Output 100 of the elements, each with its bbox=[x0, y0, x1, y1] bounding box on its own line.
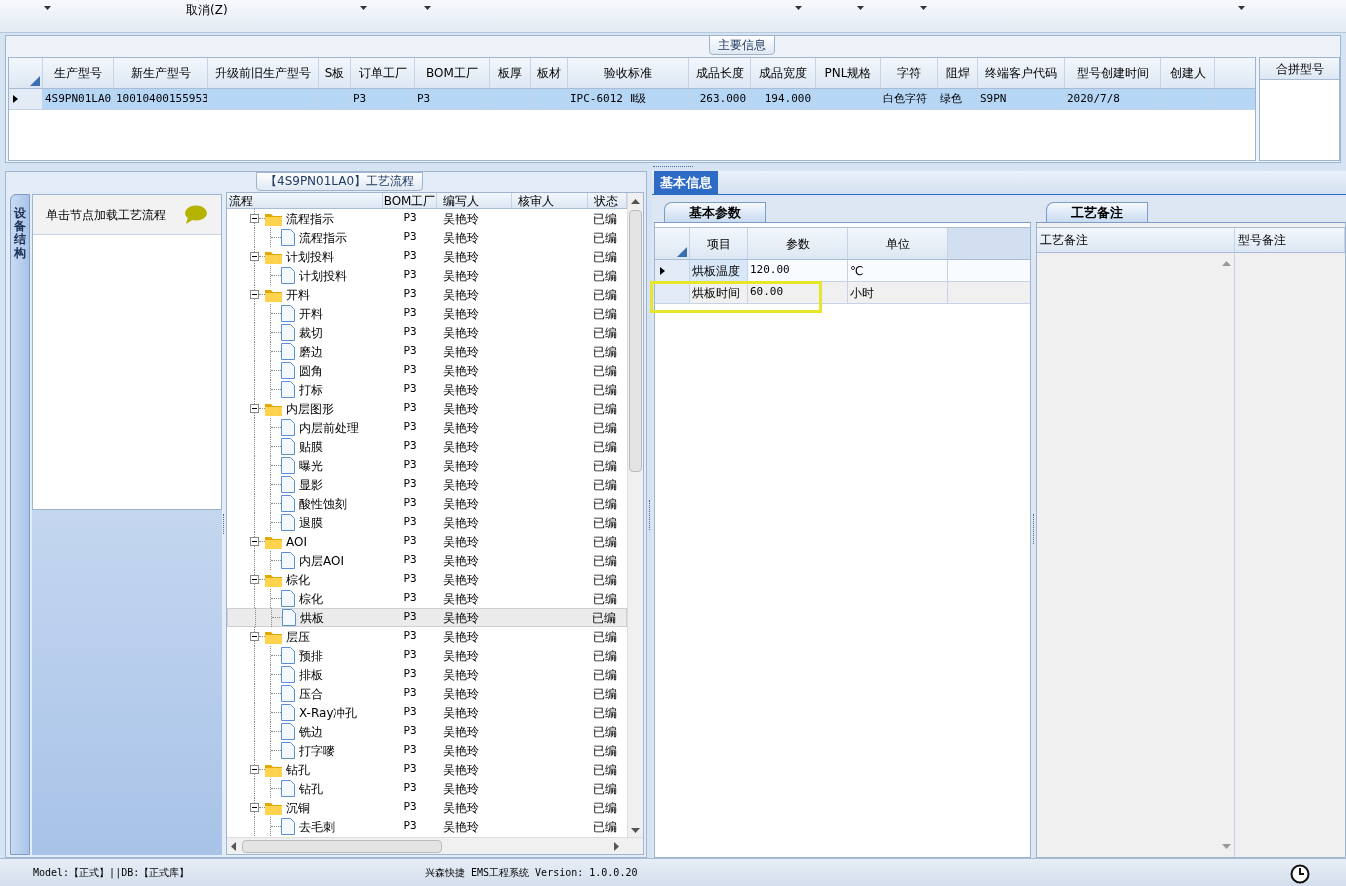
tab[interactable]: 工艺备注 bbox=[1046, 202, 1148, 222]
tree-row[interactable]: 流程指示 P3 吴艳玲 已编 bbox=[227, 228, 627, 247]
table-row[interactable]: 4S9PN01LA0 10010400155953 P3 P3 IPC-6012 Ⅱ级 263.000 194.000 白色字符 绿色 S9PN 2020/7/8 bbox=[9, 89, 1255, 110]
tree-row[interactable]: 计划投料 P3 吴艳玲 已编 bbox=[227, 247, 627, 266]
dropdown-caret-icon[interactable] bbox=[795, 6, 802, 10]
tree-row[interactable]: 打字嘜 P3 吴艳玲 已编 bbox=[227, 741, 627, 760]
table-cell: 已编 bbox=[593, 667, 618, 682]
collapse-icon[interactable] bbox=[250, 404, 259, 413]
column-header[interactable]: 板厚 bbox=[490, 58, 531, 88]
collapse-icon[interactable] bbox=[250, 290, 259, 299]
row-header[interactable] bbox=[9, 89, 43, 109]
column-header[interactable]: 板材 bbox=[531, 58, 568, 88]
dropdown-caret-icon[interactable] bbox=[1238, 6, 1245, 10]
dropdown-caret-icon[interactable] bbox=[920, 6, 927, 10]
tree-row[interactable]: 内层图形 P3 吴艳玲 已编 bbox=[227, 399, 627, 418]
column-header[interactable]: PNL规格 bbox=[816, 58, 881, 88]
collapse-icon[interactable] bbox=[250, 803, 259, 812]
tab[interactable]: 基本参数 bbox=[664, 202, 766, 222]
column-header[interactable]: 升级前旧生产型号 bbox=[208, 58, 319, 88]
row-header[interactable] bbox=[655, 260, 690, 281]
column-header[interactable]: 流程 bbox=[227, 193, 384, 208]
dropdown-caret-icon[interactable] bbox=[360, 6, 367, 10]
column-header[interactable]: 项目 bbox=[690, 228, 748, 259]
collapse-icon[interactable] bbox=[250, 765, 259, 774]
tree-row[interactable]: 去毛刺 P3 吴艳玲 已编 bbox=[227, 817, 627, 836]
table-cell: P3 bbox=[403, 267, 417, 284]
tree-row[interactable]: 圆角 P3 吴艳玲 已编 bbox=[227, 361, 627, 380]
collapse-icon[interactable] bbox=[250, 537, 259, 546]
column-header[interactable]: 阻焊 bbox=[938, 58, 978, 88]
table-cell: P3 bbox=[403, 647, 417, 664]
tree-row[interactable]: 沉铜 P3 吴艳玲 已编 bbox=[227, 798, 627, 817]
tree-row[interactable]: 预排 P3 吴艳玲 已编 bbox=[227, 646, 627, 665]
dropdown-caret-icon[interactable] bbox=[857, 6, 864, 10]
dropdown-caret-icon[interactable] bbox=[424, 6, 431, 10]
column-header[interactable]: 参数 bbox=[748, 228, 848, 259]
tree-row[interactable]: 开料 P3 吴艳玲 已编 bbox=[227, 304, 627, 323]
tree-node-label: 钻孔 bbox=[286, 761, 310, 779]
column-header[interactable]: 状态 bbox=[588, 193, 627, 208]
column-header[interactable]: 新生产型号 bbox=[114, 58, 208, 88]
column-header[interactable]: 型号备注 bbox=[1235, 228, 1345, 252]
tree-row[interactable]: 内层前处理 P3 吴艳玲 已编 bbox=[227, 418, 627, 437]
tree-row[interactable]: 压合 P3 吴艳玲 已编 bbox=[227, 684, 627, 703]
column-header[interactable]: 成品宽度 bbox=[751, 58, 816, 88]
table-row[interactable]: 烘板时间 60.00 小时 bbox=[655, 282, 1030, 304]
tree-row[interactable]: AOI P3 吴艳玲 已编 bbox=[227, 532, 627, 551]
tree-row[interactable]: 磨边 P3 吴艳玲 已编 bbox=[227, 342, 627, 361]
column-header[interactable]: 编写人 bbox=[437, 193, 512, 208]
tree-row[interactable]: 排板 P3 吴艳玲 已编 bbox=[227, 665, 627, 684]
tree-row[interactable]: 酸性蚀刻 P3 吴艳玲 已编 bbox=[227, 494, 627, 513]
collapse-icon[interactable] bbox=[250, 575, 259, 584]
scroll-up-icon[interactable] bbox=[631, 199, 640, 204]
scroll-down-icon[interactable] bbox=[631, 828, 640, 833]
cancel-button[interactable]: 取消(Z) bbox=[186, 1, 228, 19]
tree-row[interactable]: 裁切 P3 吴艳玲 已编 bbox=[227, 323, 627, 342]
table-row[interactable]: 烘板温度 120.00 ℃ bbox=[655, 260, 1030, 282]
tree-row[interactable]: 显影 P3 吴艳玲 已编 bbox=[227, 475, 627, 494]
tree-node-label: 预排 bbox=[299, 647, 323, 665]
tree-row[interactable]: 内层AOI P3 吴艳玲 已编 bbox=[227, 551, 627, 570]
vertical-tab[interactable]: 设备结构 bbox=[10, 194, 30, 855]
column-header[interactable]: 订单工厂 bbox=[351, 58, 415, 88]
tree-row[interactable]: 打标 P3 吴艳玲 已编 bbox=[227, 380, 627, 399]
table-cell: 吴艳玲 bbox=[442, 306, 479, 321]
tree-row[interactable]: 棕化 P3 吴艳玲 已编 bbox=[227, 570, 627, 589]
column-header[interactable]: 验收标准 bbox=[568, 58, 689, 88]
column-header[interactable]: 核审人 bbox=[511, 193, 589, 208]
collapse-icon[interactable] bbox=[250, 252, 259, 261]
tree-row[interactable]: 烘板 P3 吴艳玲 已编 bbox=[227, 608, 627, 627]
column-header[interactable]: 生产型号 bbox=[43, 58, 114, 88]
column-header[interactable]: 字符 bbox=[881, 58, 938, 88]
column-header[interactable]: 工艺备注 bbox=[1037, 228, 1235, 252]
tree-row[interactable]: 贴膜 P3 吴艳玲 已编 bbox=[227, 437, 627, 456]
scroll-thumb[interactable] bbox=[242, 839, 442, 853]
tree-row[interactable]: 开料 P3 吴艳玲 已编 bbox=[227, 285, 627, 304]
tree-row[interactable]: 计划投料 P3 吴艳玲 已编 bbox=[227, 266, 627, 285]
column-header[interactable]: BOM工厂 bbox=[415, 58, 490, 88]
horizontal-scrollbar[interactable] bbox=[227, 837, 643, 854]
column-header[interactable]: 成品长度 bbox=[689, 58, 751, 88]
column-header[interactable]: 终端客户代码 bbox=[978, 58, 1065, 88]
column-header[interactable]: S板 bbox=[319, 58, 351, 88]
column-header[interactable]: 创建人 bbox=[1161, 58, 1215, 88]
collapse-icon[interactable] bbox=[250, 214, 259, 223]
tree-row[interactable]: X-Ray冲孔 P3 吴艳玲 已编 bbox=[227, 703, 627, 722]
scroll-right-icon[interactable] bbox=[614, 841, 619, 851]
tab[interactable]: 基本信息 bbox=[654, 171, 718, 194]
tree-row[interactable]: 退膜 P3 吴艳玲 已编 bbox=[227, 513, 627, 532]
scroll-thumb[interactable] bbox=[629, 210, 642, 472]
dropdown-caret-icon[interactable] bbox=[44, 6, 51, 10]
column-header[interactable]: BOM工厂 bbox=[383, 193, 438, 208]
column-header[interactable]: 型号创建时间 bbox=[1065, 58, 1161, 88]
tree-row[interactable]: 铣边 P3 吴艳玲 已编 bbox=[227, 722, 627, 741]
table-cell: 已编 bbox=[593, 306, 618, 321]
tree-row[interactable]: 曝光 P3 吴艳玲 已编 bbox=[227, 456, 627, 475]
collapse-icon[interactable] bbox=[250, 632, 259, 641]
corner-triangle-icon bbox=[677, 247, 687, 257]
scroll-left-icon[interactable] bbox=[231, 841, 236, 851]
hint-text: 单击节点加载工艺流程 bbox=[46, 206, 166, 224]
tree-row[interactable]: 流程指示 P3 吴艳玲 已编 bbox=[227, 209, 627, 228]
tree-row[interactable]: 层压 P3 吴艳玲 已编 bbox=[227, 627, 627, 646]
tree-row[interactable]: 钻孔 P3 吴艳玲 已编 bbox=[227, 779, 627, 798]
tree-row[interactable]: 钻孔 P3 吴艳玲 已编 bbox=[227, 760, 627, 779]
